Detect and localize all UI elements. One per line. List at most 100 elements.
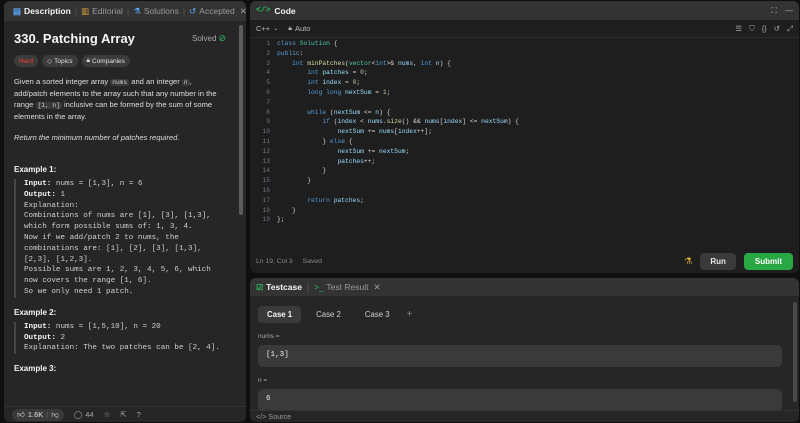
tab-description[interactable]: ▤ Description	[10, 6, 74, 17]
problem-content: 330. Patching Array Solved ⊘ Hard ◇ Topi…	[4, 21, 236, 407]
line-number: 14	[262, 167, 270, 175]
close-icon[interactable]: ✕	[240, 6, 246, 17]
companies-tag[interactable]: 🔒︎ Companies	[81, 55, 130, 67]
app-root: ▤ Description | ▥ Editorial | ⚗ Solution…	[0, 0, 800, 423]
format-icon[interactable]: ☰	[735, 24, 742, 34]
comments-button[interactable]: ◯ 44	[74, 410, 94, 419]
testcase-tabs: ☑ Testcase | >_ Test Result ✕	[250, 278, 799, 296]
solved-badge: Solved ⊘	[191, 33, 226, 43]
code-line: }	[277, 167, 327, 175]
star-icon[interactable]: ☆	[104, 410, 111, 419]
code-line: class Solution {	[277, 40, 338, 47]
code-line: while (nextSum <= n) {	[307, 108, 391, 116]
case-tab-2[interactable]: Case 2	[307, 306, 350, 323]
code-line: int index = 0;	[307, 79, 361, 87]
tab-test-result[interactable]: >_ Test Result ✕	[314, 282, 380, 293]
lock-icon: 🔒︎	[288, 24, 292, 32]
example-box: Input: nums = [1,5,10], n = 20 Output: 2…	[14, 321, 226, 355]
close-icon[interactable]: ✕	[373, 282, 380, 293]
reset-icon[interactable]: ↺	[774, 24, 780, 34]
line-number: 7	[266, 98, 270, 106]
tab-testcase[interactable]: ☑ Testcase	[256, 282, 302, 292]
panel-window-icons: ⛶ —	[771, 6, 793, 16]
code-line: };	[277, 216, 285, 224]
page-title: 330. Patching Array	[14, 31, 135, 46]
topics-tag[interactable]: ◇ Topics	[42, 55, 78, 67]
code-line: }	[277, 177, 312, 185]
line-number: 16	[262, 186, 270, 194]
field-label-nums: nums =	[258, 333, 280, 340]
thumbs-up-icon: 👍︎	[17, 409, 25, 419]
description-icon: ▤	[13, 5, 22, 16]
field-label-n: n =	[258, 377, 268, 384]
line-number: 4	[266, 69, 270, 77]
editor-tool-icons: ☰ ⛉ {} ↺ ⤢	[735, 24, 793, 34]
code-editor[interactable]: 1 class Solution { 2 public: 3 int minPatc…	[250, 39, 799, 249]
code-icon: </>	[256, 6, 271, 15]
source-link[interactable]: </> Source	[250, 410, 799, 422]
fullscreen-icon[interactable]: ⛶	[771, 6, 777, 16]
code-icon: </>	[256, 412, 267, 421]
help-icon[interactable]: ?	[137, 410, 141, 419]
code-line: }	[277, 206, 296, 214]
n-input[interactable]: 6	[258, 389, 782, 411]
debug-icon[interactable]: ⚗	[684, 256, 692, 267]
submit-button[interactable]: Submit	[743, 252, 793, 270]
add-case-icon[interactable]: +	[407, 309, 413, 320]
line-number: 5	[266, 79, 270, 87]
terminal-icon: >_	[314, 282, 324, 292]
code-line: nextSum += nums[index++];	[337, 128, 432, 136]
code-line: } else {	[277, 137, 353, 145]
save-status: Saved	[302, 257, 322, 265]
tab-editorial[interactable]: ▥ Editorial	[78, 6, 126, 17]
tab-solutions[interactable]: ⚗ Solutions	[130, 6, 182, 17]
scrollbar[interactable]	[793, 302, 797, 402]
code-line: int minPatches(vector<int>& nums, int n)…	[292, 59, 451, 67]
difficulty-badge[interactable]: Hard	[14, 55, 39, 67]
line-number: 19	[262, 216, 270, 224]
code-line: public:	[277, 49, 304, 57]
example-title: Example 3:	[14, 364, 57, 374]
share-icon[interactable]: ⇱	[120, 410, 126, 419]
line-number: 1	[266, 40, 270, 47]
expand-icon[interactable]: ⤢	[787, 24, 793, 34]
line-number: 10	[262, 128, 270, 136]
solutions-icon: ⚗	[133, 5, 141, 16]
editorial-icon: ▥	[81, 5, 90, 16]
braces-icon[interactable]: {}	[762, 24, 767, 34]
line-number: 2	[266, 49, 270, 57]
return-statement: Return the minimum number of patches req…	[14, 133, 180, 142]
code-panel: </> Code ⛶ — C++ ⌄ 🔒︎ Auto ☰ ⛉ {} ↺ ⤢ 1 …	[250, 1, 799, 273]
line-number: 3	[266, 59, 270, 67]
nums-input[interactable]: [1,3]	[258, 345, 782, 367]
case-tab-3[interactable]: Case 3	[356, 306, 399, 323]
tag-list: Hard ◇ Topics 🔒︎ Companies	[14, 55, 226, 67]
problem-description: Given a sorted integer array nums and an…	[14, 77, 217, 121]
code-title: </> Code	[256, 5, 296, 16]
code-line: int patches = 0;	[307, 69, 368, 77]
example-box: Input: nums = [1,3], n = 6 Output: 1 Exp…	[14, 179, 226, 298]
checkbox-icon: ☑	[256, 282, 264, 292]
scrollbar[interactable]	[239, 25, 243, 215]
line-number: 15	[262, 177, 270, 185]
tag-icon: ◇	[47, 58, 53, 65]
thumbs-down-icon[interactable]: 👎︎	[51, 410, 59, 420]
case-tabs: Case 1 Case 2 Case 3 +	[258, 306, 799, 323]
case-tab-1[interactable]: Case 1	[258, 306, 302, 323]
accepted-icon: ↺	[189, 5, 197, 16]
line-number: 18	[262, 206, 270, 214]
minimize-icon[interactable]: —	[785, 6, 793, 16]
auto-mode[interactable]: 🔒︎ Auto	[288, 24, 310, 33]
like-button[interactable]: 👍︎ 1.6K | 👎︎	[12, 408, 64, 421]
tab-accepted[interactable]: ↺ Accepted ✕	[186, 6, 246, 17]
line-number: 9	[266, 118, 270, 126]
language-select[interactable]: C++ ⌄	[256, 24, 278, 33]
bookmark-icon[interactable]: ⛉	[749, 24, 755, 34]
chevron-down-icon: ⌄	[273, 26, 279, 32]
code-line: nextSum += nextSum;	[337, 147, 410, 155]
code-header: </> Code ⛶ —	[250, 1, 799, 20]
run-button[interactable]: Run	[700, 252, 736, 270]
line-number: 8	[266, 108, 270, 116]
tab-divider: |	[306, 282, 310, 292]
